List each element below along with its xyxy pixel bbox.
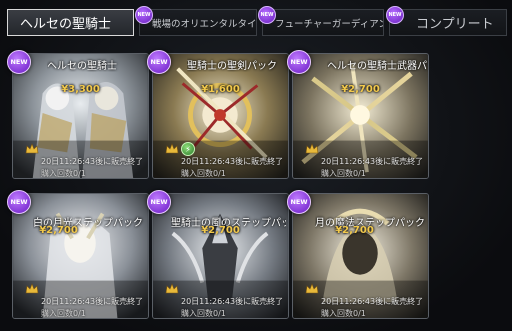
purchase-count: 購入回数0/1	[41, 309, 86, 318]
sale-timer: 20日11:26:43後に販売終了	[41, 157, 144, 166]
sale-timer: 20日11:26:43後に販売終了	[41, 297, 144, 306]
package-title: ヘルセの聖騎士武器パック	[327, 61, 428, 72]
purchase-count: 購入回数0/1	[321, 169, 366, 178]
crown-icon	[25, 283, 39, 294]
tab-oriental-tiger[interactable]: 戦場のオリエンタルタイガー	[139, 9, 257, 36]
package-price: ¥2,700	[39, 225, 78, 236]
tab-future-guardian[interactable]: フューチャーガーディアン	[262, 9, 384, 36]
sale-timer: 20日11:26:43後に販売終了	[181, 297, 284, 306]
package-price: ¥1,600	[201, 84, 240, 95]
crown-icon	[165, 283, 179, 294]
package-card[interactable]: ヘルセの聖騎士 ¥3,300 20日11:26:43後に販売終了 購入回数0/1	[12, 53, 149, 179]
crown-icon	[305, 283, 319, 294]
package-card[interactable]: ヘルセの聖騎士武器パック ¥2,700 20日11:26:43後に販売終了 購入…	[292, 53, 429, 179]
tab-bar: ヘルセの聖騎士 戦場のオリエンタルタイガー NEW フューチャーガーディアン N…	[0, 0, 512, 44]
new-badge: NEW	[147, 190, 171, 214]
sale-timer: 20日11:26:43後に販売終了	[321, 297, 424, 306]
package-price: ¥3,300	[61, 84, 100, 95]
tab-label: フューチャーガーディアン	[275, 18, 384, 30]
tab-complete[interactable]: コンプリート	[389, 9, 507, 36]
tab-label: コンプリート	[416, 17, 494, 32]
new-badge: NEW	[287, 190, 311, 214]
tab-new-badge: NEW	[386, 6, 404, 24]
new-badge: NEW	[287, 50, 311, 74]
tab-new-badge: NEW	[135, 6, 153, 24]
tab-helse-paladin[interactable]: ヘルセの聖騎士	[7, 9, 134, 36]
lightning-icon: ⚡	[181, 142, 195, 156]
new-badge: NEW	[7, 50, 31, 74]
package-card[interactable]: 月の魔法ステップパック ¥2,700 20日11:26:43後に販売終了 購入回…	[292, 193, 429, 319]
tab-label: 戦場のオリエンタルタイガー	[152, 18, 257, 30]
purchase-count: 購入回数0/1	[321, 309, 366, 318]
crown-icon	[25, 143, 39, 154]
package-price: ¥2,700	[341, 84, 380, 95]
crown-icon	[305, 143, 319, 154]
new-badge: NEW	[7, 190, 31, 214]
sale-timer: 20日11:26:43後に販売終了	[181, 157, 284, 166]
package-title: 聖騎士の聖剣パック	[187, 61, 277, 72]
package-card[interactable]: 聖騎士の風のステップパック ¥2,700 20日11:26:43後に販売終了 購…	[152, 193, 289, 319]
purchase-count: 購入回数0/1	[181, 169, 226, 178]
package-title: ヘルセの聖騎士	[47, 61, 117, 72]
crown-icon	[165, 143, 179, 154]
tab-label: ヘルセの聖騎士	[20, 17, 112, 32]
sale-timer: 20日11:26:43後に販売終了	[321, 157, 424, 166]
package-price: ¥2,700	[335, 225, 374, 236]
package-price: ¥2,700	[201, 225, 240, 236]
purchase-count: 購入回数0/1	[41, 169, 86, 178]
tab-new-badge: NEW	[258, 6, 276, 24]
package-card[interactable]: 白の月光ステップパック ¥2,700 20日11:26:43後に販売終了 購入回…	[12, 193, 149, 319]
package-card[interactable]: 聖騎士の聖剣パック ¥1,600 ⚡ 20日11:26:43後に販売終了 購入回…	[152, 53, 289, 179]
new-badge: NEW	[147, 50, 171, 74]
purchase-count: 購入回数0/1	[181, 309, 226, 318]
